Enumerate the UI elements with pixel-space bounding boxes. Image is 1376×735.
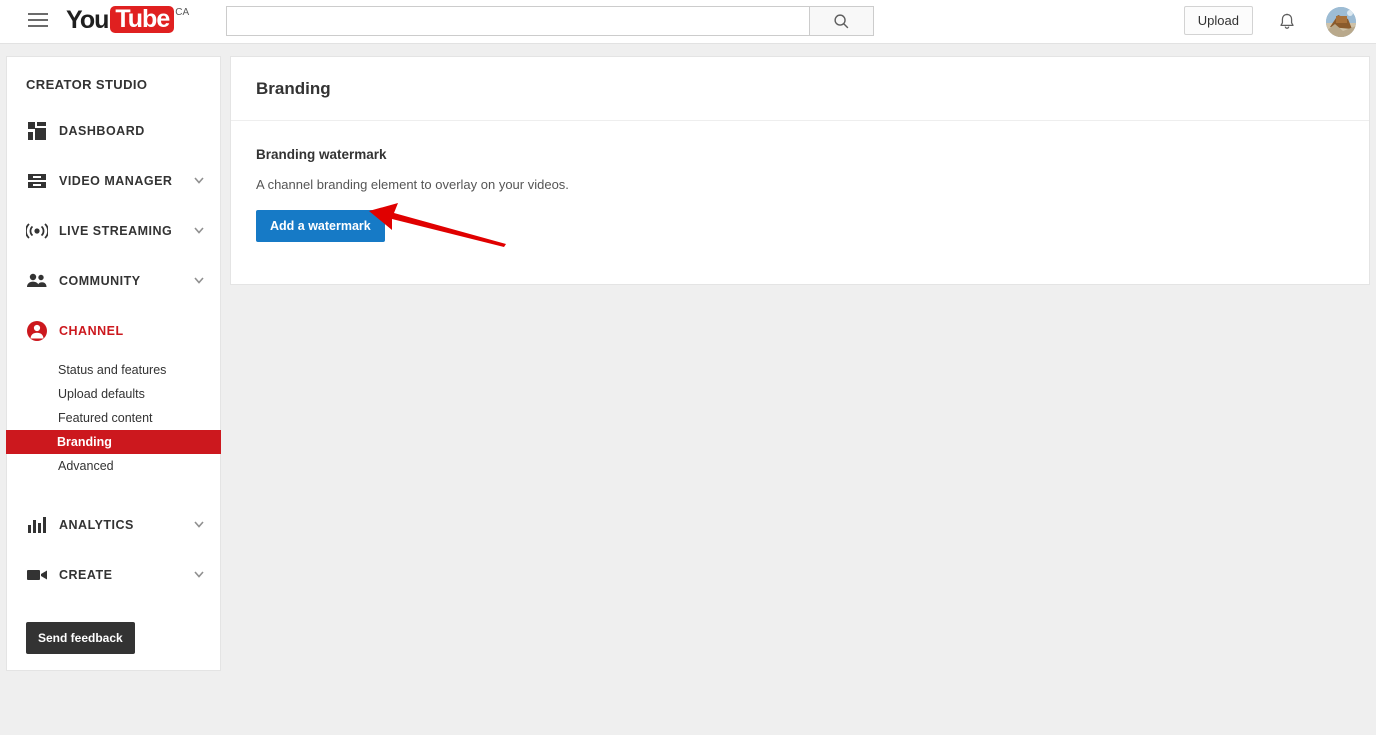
card-header: Branding xyxy=(231,57,1369,121)
sidebar-item-create[interactable]: CREATE xyxy=(7,550,220,600)
bar-chart-icon xyxy=(26,514,48,536)
search-form xyxy=(226,6,874,36)
search-button[interactable] xyxy=(809,6,874,36)
add-watermark-button[interactable]: Add a watermark xyxy=(256,210,385,242)
main-content-card: Branding Branding watermark A channel br… xyxy=(230,56,1370,285)
hamburger-menu-icon[interactable] xyxy=(28,13,48,29)
search-input[interactable] xyxy=(226,6,809,36)
sidebar-item-label: DASHBOARD xyxy=(59,124,145,138)
subnav-item-branding[interactable]: Branding xyxy=(6,430,221,454)
sidebar-item-label: VIDEO MANAGER xyxy=(59,174,172,188)
channel-subnav: Status and features Upload defaults Feat… xyxy=(7,356,220,478)
live-broadcast-icon xyxy=(26,220,48,242)
hamburger-line xyxy=(28,13,48,15)
sidebar-item-video-manager[interactable]: VIDEO MANAGER xyxy=(7,156,220,206)
channel-person-icon xyxy=(26,320,48,342)
sidebar-item-dashboard[interactable]: DASHBOARD xyxy=(7,106,220,156)
hamburger-line xyxy=(28,25,48,27)
creator-studio-title: CREATOR STUDIO xyxy=(7,57,220,106)
sidebar: CREATOR STUDIO DASHBOARD VIDEO MANAGER xyxy=(6,56,221,671)
subnav-item-status-and-features[interactable]: Status and features xyxy=(7,358,220,382)
notifications-button[interactable] xyxy=(1274,9,1300,35)
chevron-down-icon[interactable] xyxy=(194,277,204,284)
sidebar-item-label: CHANNEL xyxy=(59,324,124,338)
video-camera-icon xyxy=(26,564,48,586)
subnav-item-upload-defaults[interactable]: Upload defaults xyxy=(7,382,220,406)
logo-text-tube: Tube xyxy=(115,7,169,32)
logo-tube-box: Tube xyxy=(110,6,174,33)
card-body: Branding watermark A channel branding el… xyxy=(231,121,1369,284)
sidebar-item-live-streaming[interactable]: LIVE STREAMING xyxy=(7,206,220,256)
chevron-down-icon[interactable] xyxy=(194,521,204,528)
chevron-down-icon[interactable] xyxy=(194,571,204,578)
people-icon xyxy=(26,270,48,292)
hamburger-line xyxy=(28,19,48,21)
section-description: A channel branding element to overlay on… xyxy=(256,177,1344,192)
chevron-down-icon[interactable] xyxy=(194,227,204,234)
video-list-icon xyxy=(26,170,48,192)
sidebar-item-community[interactable]: COMMUNITY xyxy=(7,256,220,306)
avatar[interactable] xyxy=(1326,7,1356,37)
masthead: You Tube CA Upload xyxy=(0,0,1376,44)
section-title: Branding watermark xyxy=(256,147,1344,162)
sidebar-item-channel[interactable]: CHANNEL xyxy=(7,306,220,356)
avatar-image xyxy=(1326,7,1356,37)
youtube-logo[interactable]: You Tube CA xyxy=(66,6,189,36)
logo-country-code: CA xyxy=(175,7,189,18)
logo-text-you: You xyxy=(66,6,108,34)
sidebar-item-label: ANALYTICS xyxy=(59,518,134,532)
page-title: Branding xyxy=(256,79,331,99)
subnav-item-advanced[interactable]: Advanced xyxy=(7,454,220,478)
bell-icon xyxy=(1277,12,1297,32)
sidebar-item-label: COMMUNITY xyxy=(59,274,141,288)
send-feedback-button[interactable]: Send feedback xyxy=(26,622,135,654)
chevron-down-icon[interactable] xyxy=(194,177,204,184)
subnav-item-featured-content[interactable]: Featured content xyxy=(7,406,220,430)
sidebar-item-label: CREATE xyxy=(59,568,112,582)
dashboard-grid-icon xyxy=(26,120,48,142)
upload-button[interactable]: Upload xyxy=(1184,6,1253,35)
search-icon xyxy=(833,13,850,30)
sidebar-item-label: LIVE STREAMING xyxy=(59,224,172,238)
sidebar-item-analytics[interactable]: ANALYTICS xyxy=(7,500,220,550)
